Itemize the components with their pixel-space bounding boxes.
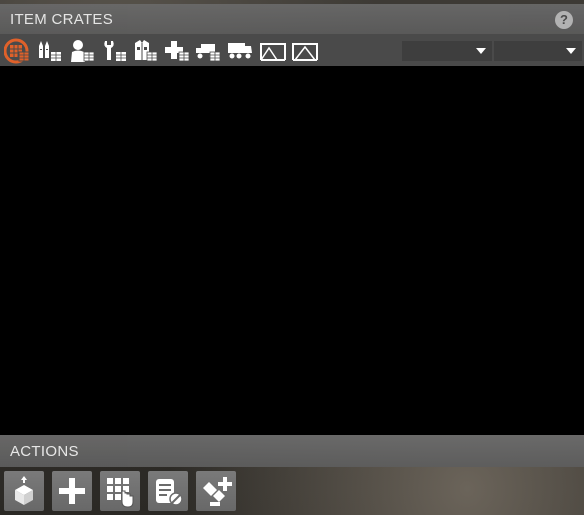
truck-icon [196, 43, 221, 61]
add-crate-button[interactable] [52, 471, 92, 511]
tent-icon [292, 42, 318, 61]
help-icon-label: ? [560, 12, 568, 27]
filter-vehicle[interactable] [194, 37, 222, 64]
wrench-icon [104, 40, 126, 61]
sort-dropdown[interactable] [494, 41, 582, 61]
item-crates-header: ITEM CRATES ? [0, 4, 584, 34]
place-crate-button[interactable] [4, 471, 44, 511]
select-grid-button[interactable] [100, 471, 140, 511]
filter-toolbar [0, 34, 584, 66]
shelter-icon [260, 42, 286, 61]
filter-crate-grid[interactable] [3, 37, 31, 64]
category-dropdown[interactable] [402, 41, 492, 61]
help-icon[interactable]: ? [555, 11, 573, 29]
filter-heavy-vehicle[interactable] [226, 37, 254, 64]
uniform-icon [135, 39, 158, 61]
ammunition-icon [39, 40, 61, 61]
chevron-down-icon [566, 48, 576, 54]
filter-soldier[interactable] [68, 37, 96, 64]
manifest-icon [156, 479, 183, 506]
place-crate-icon [15, 476, 33, 505]
chevron-down-icon [476, 48, 486, 54]
filter-tent[interactable] [291, 37, 319, 64]
manifest-button[interactable] [148, 471, 188, 511]
medical-cross-icon [165, 40, 190, 61]
crate-grid-icon [4, 38, 30, 63]
add-satellite-button[interactable] [196, 471, 236, 511]
filter-shelter[interactable] [259, 37, 287, 64]
actions-header: ACTIONS [0, 435, 584, 467]
panel-title: ITEM CRATES [10, 11, 114, 28]
filter-uniform[interactable] [131, 37, 159, 64]
filter-repair[interactable] [100, 37, 128, 64]
crate-list[interactable] [0, 66, 584, 435]
filter-medical[interactable] [163, 37, 191, 64]
add-icon [59, 478, 85, 504]
soldier-icon [71, 39, 95, 62]
actions-title: ACTIONS [10, 443, 79, 460]
actions-bar [0, 467, 584, 515]
grid-select-icon [107, 478, 134, 508]
filter-ammunition[interactable] [35, 37, 63, 64]
heavy-truck-icon [228, 42, 252, 58]
satellite-add-icon [203, 477, 232, 506]
